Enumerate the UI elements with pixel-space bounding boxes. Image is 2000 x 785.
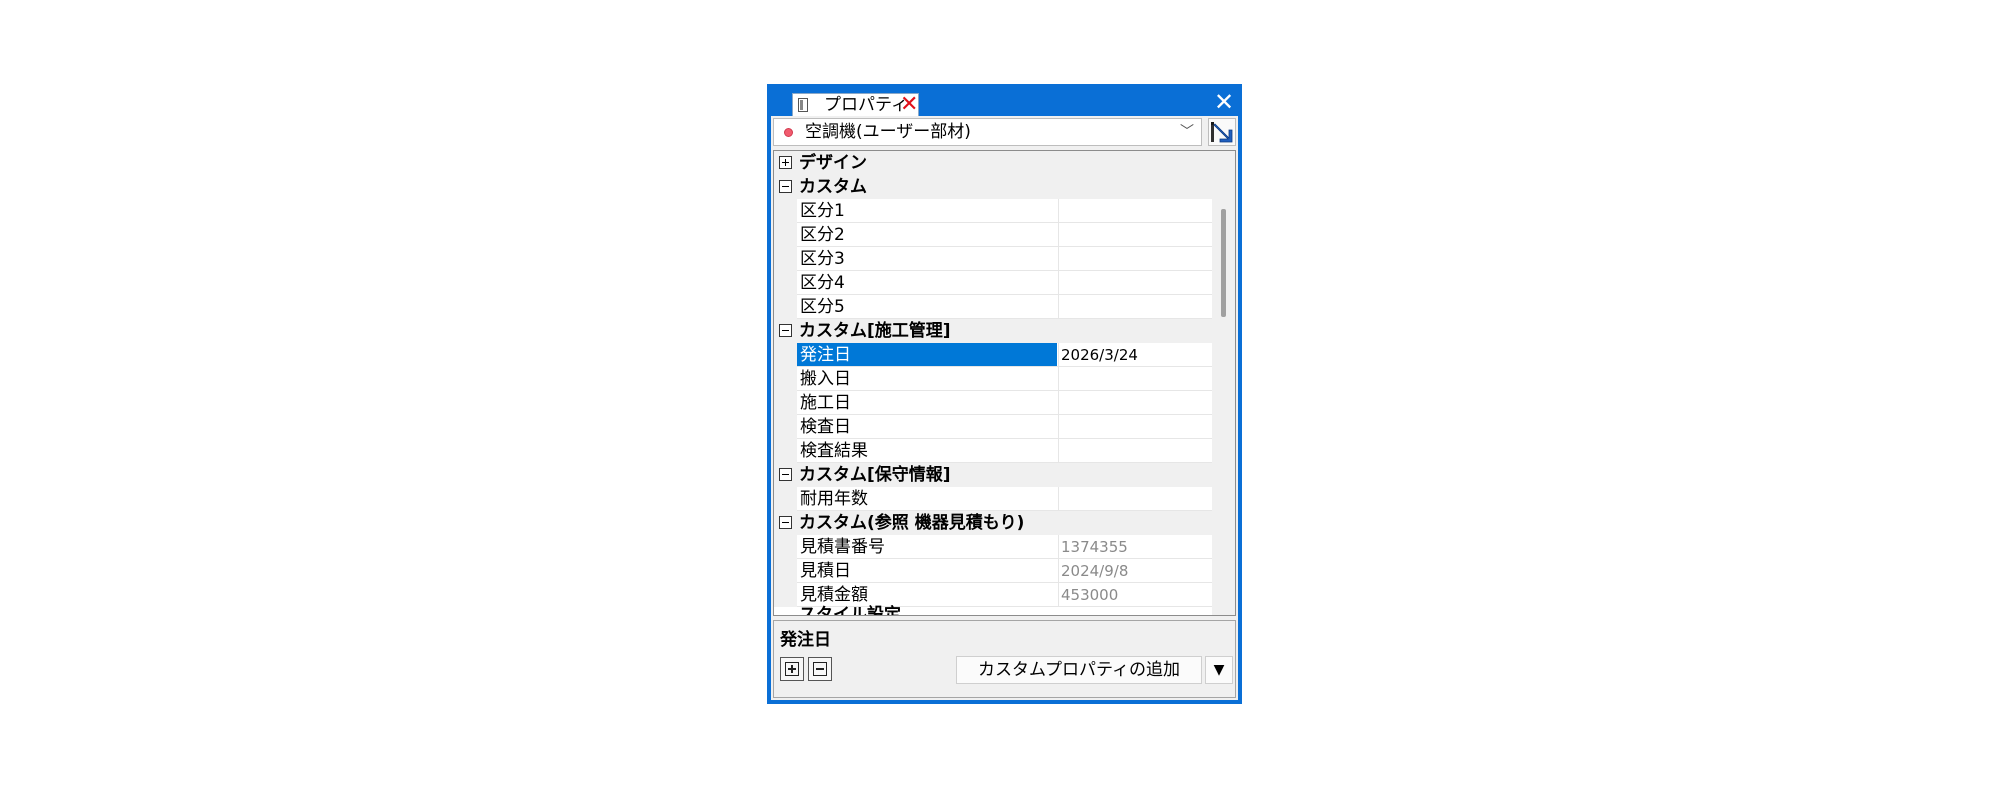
row-gutter bbox=[774, 367, 797, 391]
property-name[interactable]: 区分2 bbox=[797, 223, 1057, 246]
category-label: カスタム[施工管理] bbox=[799, 321, 951, 341]
expand-all-icon bbox=[785, 662, 799, 676]
pick-arrow-icon bbox=[1211, 122, 1233, 143]
property-value[interactable] bbox=[1058, 223, 1212, 246]
row-gutter bbox=[774, 223, 797, 247]
collapse-toggle-icon[interactable] bbox=[779, 516, 792, 529]
add-property-dropdown-icon[interactable]: ▼ bbox=[1205, 656, 1233, 684]
property-rows: デザインカスタム 区分1 区分2 区分3 区分4 区分5 カスタム[施工管理] 発注日 2026… bbox=[774, 151, 1212, 615]
tab-properties[interactable]: プロパティ ✕ bbox=[792, 93, 919, 116]
pick-object-button[interactable] bbox=[1208, 118, 1236, 146]
row-gutter bbox=[774, 343, 797, 367]
add-custom-property-button[interactable]: カスタムプロパティの追加 bbox=[956, 656, 1202, 684]
vertical-scrollbar[interactable] bbox=[1212, 151, 1235, 615]
panel-body: 空調機(ユーザー部材) ﹀ デザインカスタム 区分1 区分2 区分3 区分4 区分5 カスタ… bbox=[771, 116, 1238, 700]
description-title: 発注日 bbox=[780, 630, 831, 650]
property-row[interactable]: 区分3 bbox=[774, 247, 1212, 271]
expand-all-button[interactable] bbox=[780, 657, 804, 681]
properties-panel: プロパティ ✕ ✕ 空調機(ユーザー部材) ﹀ デザイン カスタム 区分1 区分2 区分… bbox=[767, 84, 1242, 704]
panel-close-icon[interactable]: ✕ bbox=[1212, 90, 1236, 114]
object-selector[interactable]: 空調機(ユーザー部材) ﹀ bbox=[773, 118, 1202, 146]
property-row[interactable]: 見積書番号 1374355 bbox=[774, 535, 1212, 559]
row-gutter bbox=[774, 271, 797, 295]
category-row[interactable]: カスタム[施工管理] bbox=[774, 319, 1212, 343]
property-name[interactable]: 発注日 bbox=[797, 343, 1057, 366]
property-grid: デザインカスタム 区分1 区分2 区分3 区分4 区分5 カスタム[施工管理] 発注日 2026… bbox=[773, 150, 1236, 616]
property-row[interactable]: 発注日 2026/3/24 bbox=[774, 343, 1212, 367]
category-row[interactable]: カスタム bbox=[774, 175, 1212, 199]
tab-label: プロパティ bbox=[824, 95, 908, 115]
property-row[interactable]: 検査結果 bbox=[774, 439, 1212, 463]
property-value[interactable] bbox=[1058, 271, 1212, 294]
row-gutter bbox=[774, 535, 797, 559]
property-name[interactable]: 施工日 bbox=[797, 391, 1057, 414]
property-value[interactable] bbox=[1058, 415, 1212, 438]
property-name[interactable]: 見積書番号 bbox=[797, 535, 1057, 558]
property-row[interactable]: 搬入日 bbox=[774, 367, 1212, 391]
property-value[interactable] bbox=[1058, 439, 1212, 462]
row-gutter bbox=[774, 199, 797, 223]
property-name[interactable]: 区分1 bbox=[797, 199, 1057, 222]
object-selector-value: 空調機(ユーザー部材) bbox=[805, 122, 971, 142]
property-row[interactable]: 見積日 2024/9/8 bbox=[774, 559, 1212, 583]
property-value: 2024/9/8 bbox=[1058, 559, 1212, 582]
category-row[interactable]: カスタム(参照 機器見積もり) bbox=[774, 511, 1212, 535]
property-value[interactable] bbox=[1058, 487, 1212, 510]
property-row[interactable]: 区分2 bbox=[774, 223, 1212, 247]
row-gutter bbox=[774, 487, 797, 511]
property-value[interactable] bbox=[1058, 247, 1212, 270]
property-name[interactable]: 搬入日 bbox=[797, 367, 1057, 390]
property-name[interactable]: 検査日 bbox=[797, 415, 1057, 438]
property-value: 453000 bbox=[1058, 583, 1212, 606]
property-name[interactable]: 区分3 bbox=[797, 247, 1057, 270]
property-row[interactable]: 検査日 bbox=[774, 415, 1212, 439]
expand-toggle-icon[interactable] bbox=[779, 156, 792, 169]
category-row[interactable]: デザイン bbox=[774, 151, 1212, 175]
row-gutter bbox=[774, 559, 797, 583]
row-gutter bbox=[774, 247, 797, 271]
property-row[interactable]: 耐用年数 bbox=[774, 487, 1212, 511]
chevron-down-icon[interactable]: ﹀ bbox=[1176, 119, 1198, 145]
property-value[interactable] bbox=[1058, 199, 1212, 222]
property-name[interactable]: 区分4 bbox=[797, 271, 1057, 294]
property-name[interactable]: 見積日 bbox=[797, 559, 1057, 582]
row-gutter bbox=[774, 583, 797, 607]
collapse-toggle-icon[interactable] bbox=[779, 180, 792, 193]
property-row[interactable]: 区分1 bbox=[774, 199, 1212, 223]
category-row[interactable]: カスタム[保守情報] bbox=[774, 463, 1212, 487]
property-name[interactable]: 区分5 bbox=[797, 295, 1057, 318]
tab-close-icon[interactable]: ✕ bbox=[900, 94, 918, 116]
property-value[interactable] bbox=[1058, 391, 1212, 414]
row-gutter bbox=[774, 295, 797, 319]
property-name[interactable]: 耐用年数 bbox=[797, 487, 1057, 510]
row-gutter bbox=[774, 391, 797, 415]
property-name[interactable]: 検査結果 bbox=[797, 439, 1057, 462]
collapse-all-button[interactable] bbox=[808, 657, 832, 681]
property-value[interactable]: 2026/3/24 bbox=[1058, 343, 1212, 366]
row-gutter bbox=[774, 415, 797, 439]
description-pane: 発注日 カスタムプロパティの追加 ▼ bbox=[773, 620, 1236, 698]
property-value[interactable] bbox=[1058, 295, 1212, 318]
property-row[interactable]: 施工日 bbox=[774, 391, 1212, 415]
panel-icon bbox=[798, 98, 808, 112]
category-label: カスタム(参照 機器見積もり) bbox=[799, 513, 1025, 533]
scrollbar-thumb[interactable] bbox=[1221, 209, 1226, 317]
property-row[interactable]: 区分5 bbox=[774, 295, 1212, 319]
collapse-toggle-icon[interactable] bbox=[779, 324, 792, 337]
category-label: カスタム[保守情報] bbox=[799, 465, 951, 485]
property-value: 1374355 bbox=[1058, 535, 1212, 558]
object-icon bbox=[784, 128, 793, 137]
property-value[interactable] bbox=[1058, 367, 1212, 390]
category-label: デザイン bbox=[799, 153, 867, 173]
category-label: スタイル設定 bbox=[799, 605, 901, 616]
category-label: カスタム bbox=[799, 177, 867, 197]
category-row-partial[interactable]: スタイル設定 bbox=[774, 605, 1212, 615]
panel-titlebar: プロパティ ✕ ✕ bbox=[767, 84, 1242, 116]
property-row[interactable]: 区分4 bbox=[774, 271, 1212, 295]
collapse-all-icon bbox=[813, 662, 827, 676]
row-gutter bbox=[774, 439, 797, 463]
collapse-toggle-icon[interactable] bbox=[779, 468, 792, 481]
